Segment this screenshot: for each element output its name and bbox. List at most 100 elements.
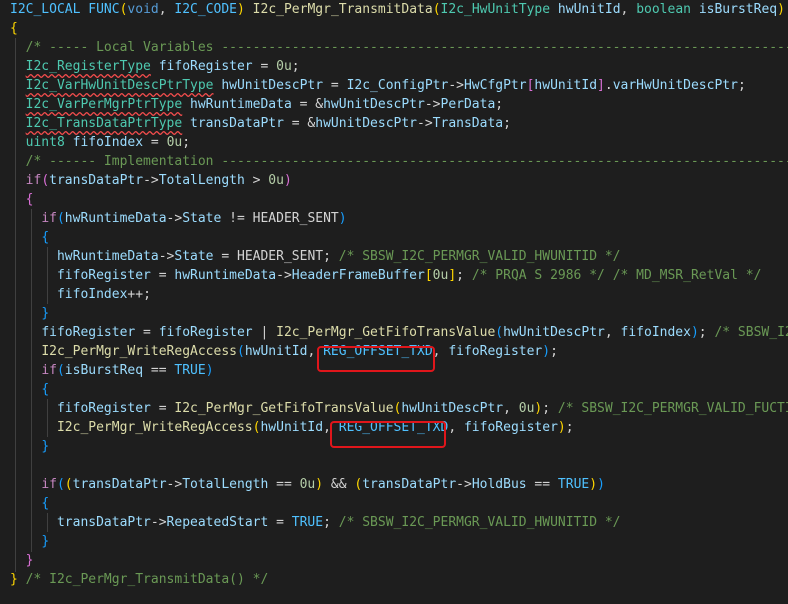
code-line: if(hwRuntimeData->State != HEADER_SENT) — [10, 209, 347, 228]
code-token: if — [41, 211, 57, 226]
code-token: ; — [503, 116, 511, 131]
code-token: | — [252, 325, 277, 340]
code-token: hwUnitDescPtr — [315, 116, 418, 131]
code-token: ) — [777, 2, 785, 17]
code-token: TRUE — [557, 477, 590, 492]
code-token: RepeatedStart — [166, 515, 269, 530]
code-token: 0u — [268, 173, 284, 188]
code-line: { — [10, 19, 18, 38]
code-token: transDataPtr — [362, 477, 457, 492]
code-token: /* I2c_PerMgr_TransmitData() */ — [25, 572, 269, 587]
code-token: = — [143, 135, 167, 150]
code-token: hwUnitId — [260, 420, 324, 435]
code-token: transDataPtr — [56, 515, 151, 530]
code-token: { — [41, 230, 50, 245]
highlight-box-reg-offset-txd-2 — [330, 421, 446, 448]
code-token: -> — [456, 477, 472, 492]
code-line: I2c_RegisterType fifoRegister = 0u; — [10, 57, 300, 76]
code-token: HoldBus — [471, 477, 527, 492]
code-line: /* ------ Implementation ---------------… — [10, 152, 788, 171]
code-token: = — [268, 515, 292, 530]
code-token: fifoRegister — [41, 325, 136, 340]
code-token: -> — [143, 173, 159, 188]
code-token: = & — [291, 97, 324, 112]
code-token: uint8 — [25, 135, 65, 150]
code-token: fifoIndex — [56, 287, 128, 302]
code-token: ) — [338, 211, 347, 226]
code-editor[interactable]: I2C_LOCAL FUNC (void, I2C_CODE) I2c_PerMg… — [0, 0, 788, 604]
code-token: ) — [557, 420, 566, 435]
code-token: fifoRegister — [158, 325, 253, 340]
code-token: } — [41, 534, 50, 549]
code-line: if(isBurstReq == TRUE) — [10, 361, 214, 380]
code-token: varHwUnitDescPtr — [612, 78, 738, 93]
code-token: ( — [432, 2, 441, 17]
code-token: == — [526, 477, 558, 492]
code-token: hwUnitDescPtr — [221, 78, 324, 93]
code-token: , — [158, 2, 175, 17]
code-line: I2c_TransDataPtrType transDataPtr = &hwU… — [10, 114, 511, 133]
code-token: I2c_PerMgr_GetFifoTransValue — [276, 325, 496, 340]
code-token: ) — [283, 173, 292, 188]
code-token: TransData — [432, 116, 504, 131]
code-token: ( — [495, 325, 504, 340]
code-token: ; — [323, 249, 339, 264]
code-token: , — [604, 325, 621, 340]
code-token: { — [25, 192, 34, 207]
code-token: ) — [205, 363, 214, 378]
code-token: = — [252, 59, 277, 74]
code-token: void — [127, 2, 159, 17]
code-line: I2c_PerMgr_WriteRegAccess(hwUnitId, REG_… — [10, 418, 574, 437]
code-token: , — [620, 2, 637, 17]
code-token: -> — [448, 78, 464, 93]
code-token: ; — [182, 135, 191, 150]
code-token: } — [41, 439, 50, 454]
code-token: FUNC — [88, 2, 120, 17]
code-token: State — [174, 249, 214, 264]
code-token: -> — [166, 477, 183, 492]
code-token: ) — [315, 477, 324, 492]
highlight-box-reg-offset-txd-1 — [317, 346, 435, 372]
code-token: = — [150, 268, 175, 283]
code-token: fifoRegister — [56, 401, 151, 416]
code-line: I2c_VarHwUnitDescPtrType hwUnitDescPtr =… — [10, 76, 746, 95]
code-token: hwRuntimeData — [64, 211, 167, 226]
code-token: I2c_RegisterType — [25, 59, 151, 74]
code-token: ( — [56, 211, 65, 226]
code-token: != — [221, 211, 253, 226]
code-token: TRUE — [291, 515, 324, 530]
code-token: HeaderFrameBuffer — [291, 268, 425, 283]
code-token: -> — [276, 268, 292, 283]
code-token: I2c_VarHwUnitDescPtrType — [25, 78, 214, 93]
code-token: ++; — [127, 287, 151, 302]
code-token: ; — [737, 78, 746, 93]
code-token: hwUnitDescPtr — [323, 97, 425, 112]
code-line: fifoRegister = fifoRegister | I2c_PerMgr… — [10, 323, 788, 342]
code-line: I2c_VarPerMgrPtrType hwRuntimeData = &hw… — [10, 95, 503, 114]
code-token: if — [25, 173, 42, 188]
code-token: 0u — [299, 477, 316, 492]
code-token: hwUnitId — [244, 344, 308, 359]
code-line: { — [10, 380, 49, 399]
code-token: /* ----- Local Variables ---------------… — [25, 40, 788, 55]
